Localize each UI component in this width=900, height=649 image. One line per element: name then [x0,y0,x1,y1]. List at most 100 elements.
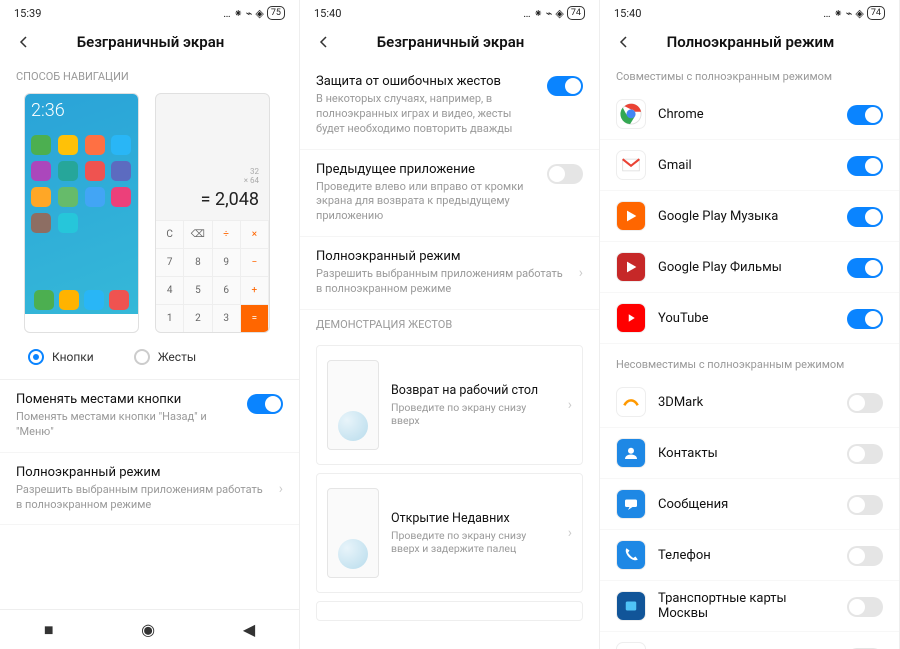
app-name: YouTube [658,311,835,326]
app-row-3dmark[interactable]: 3DMark [600,377,899,428]
back-button[interactable] [614,32,634,52]
nav-radio-group: Кнопки Жесты [0,341,299,380]
play-movies-icon [616,252,646,282]
yula-icon [616,642,646,649]
toggle-play-movies[interactable] [847,258,883,278]
statusbar: 15:40 … ⁕ ⌁ ◈ 74 [600,0,899,26]
status-time: 15:40 [614,7,641,20]
setting-fullscreen-mode[interactable]: Полноэкранный режим Разрешить выбранным … [0,453,299,526]
status-wifi-icon: ◈ [255,7,263,20]
app-row-yula[interactable]: Юла [600,632,899,649]
toggle-chrome[interactable] [847,105,883,125]
toggle-3dmark[interactable] [847,393,883,413]
toggle-phone[interactable] [847,546,883,566]
app-row-play-music[interactable]: Google Play Музыка [600,191,899,242]
android-navbar: ■ ◉ ◀ [0,609,299,649]
setting-prev-app[interactable]: Предыдущее приложение Проведите влево ил… [300,150,599,238]
status-battery: 74 [867,6,885,20]
nav-recents-icon[interactable]: ■ [44,620,54,640]
app-row-phone[interactable]: Телефон [600,530,899,581]
screen-2-gestures: 15:40 … ⁕ ⌁ ◈ 74 Безграничный экран Защи… [300,0,600,649]
toggle-gmail[interactable] [847,156,883,176]
setting-fullscreen-mode[interactable]: Полноэкранный режим Разрешить выбранным … [300,237,599,310]
messages-icon [616,489,646,519]
status-vibrate-icon: ⌁ [546,7,553,20]
incompat-app-list: 3DMark Контакты Сообщения Телефон Транспортн… [600,377,899,649]
app-name: Gmail [658,158,835,173]
app-name: Google Play Музыка [658,209,835,224]
back-button[interactable] [14,32,34,52]
header: Безграничный экран [0,26,299,62]
preview-calculator[interactable]: 32 × 64 = 2,048 C⌫÷× 789− 456+ 123= [155,93,270,333]
gesture-thumb [327,488,379,578]
app-row-gmail[interactable]: Gmail [600,140,899,191]
nav-back-icon[interactable]: ◀ [243,620,255,639]
chevron-right-icon: › [568,525,572,541]
toggle-prev-app[interactable] [547,164,583,184]
status-wifi-icon: ◈ [855,7,863,20]
status-battery: 74 [567,6,585,20]
status-bt-icon: ⁕ [534,7,543,20]
phone-icon [616,540,646,570]
radio-gestures[interactable]: Жесты [134,349,196,365]
status-wifi-icon: ◈ [555,7,563,20]
app-row-youtube[interactable]: YouTube [600,293,899,344]
3dmark-icon [616,387,646,417]
back-button[interactable] [314,32,334,52]
transport-icon [616,591,646,621]
app-row-messages[interactable]: Сообщения [600,479,899,530]
setting-swap-buttons[interactable]: Поменять местами кнопки Поменять местами… [0,380,299,453]
section-gesture-demo: ДЕМОНСТРАЦИЯ ЖЕСТОВ [300,310,599,337]
app-name: Телефон [658,548,835,563]
section-nav-method: СПОСОБ НАВИГАЦИИ [0,62,299,89]
gesture-card-partial[interactable] [316,601,583,621]
page-title: Безграничный экран [346,33,555,51]
app-name: Google Play Фильмы [658,260,835,275]
app-row-transport[interactable]: Транспортные карты Москвы [600,581,899,632]
toggle-swap-buttons[interactable] [247,394,283,414]
app-row-chrome[interactable]: Chrome [600,89,899,140]
preview-row: 2:36 [0,89,299,341]
app-row-play-movies[interactable]: Google Play Фильмы [600,242,899,293]
setting-gesture-protection[interactable]: Защита от ошибочных жестов В некоторых с… [300,62,599,150]
page-title: Безграничный экран [46,33,255,51]
status-vibrate-icon: ⌁ [846,7,853,20]
toggle-contacts[interactable] [847,444,883,464]
app-name: Chrome [658,107,835,122]
toggle-messages[interactable] [847,495,883,515]
toggle-play-music[interactable] [847,207,883,227]
status-battery: 75 [267,6,285,20]
statusbar: 15:39 … ⁕ ⌁ ◈ 75 [0,0,299,26]
header: Полноэкранный режим [600,26,899,62]
radio-buttons[interactable]: Кнопки [28,349,94,365]
nav-home-icon[interactable]: ◉ [141,620,155,639]
youtube-icon [616,303,646,333]
header: Безграничный экран [300,26,599,62]
status-bt-icon: ⁕ [234,7,243,20]
screen-1-nav-method: 15:39 … ⁕ ⌁ ◈ 75 Безграничный экран СПОС… [0,0,300,649]
page-title: Полноэкранный режим [646,33,855,51]
toggle-gesture-protection[interactable] [547,76,583,96]
toggle-transport[interactable] [847,597,883,617]
contacts-icon [616,438,646,468]
gesture-return-home[interactable]: Возврат на рабочий стол Проведите по экр… [316,345,583,465]
screen-3-fullscreen-apps: 15:40 … ⁕ ⌁ ◈ 74 Полноэкранный режим Сов… [600,0,900,649]
gesture-thumb [327,360,379,450]
app-name: 3DMark [658,395,835,410]
status-vibrate-icon: ⌁ [246,7,253,20]
play-music-icon [616,201,646,231]
toggle-youtube[interactable] [847,309,883,329]
chrome-icon [616,99,646,129]
status-time: 15:39 [14,7,41,20]
app-name: Контакты [658,446,835,461]
chevron-right-icon: › [568,397,572,413]
status-bt-icon: ⁕ [834,7,843,20]
gesture-open-recents[interactable]: Открытие Недавних Проведите по экрану сн… [316,473,583,593]
preview-home[interactable]: 2:36 [24,93,139,333]
compat-app-list: Chrome Gmail Google Play Музыка Google Play… [600,89,899,344]
status-dots-icon: … [223,7,230,20]
radio-icon [134,349,150,365]
app-name: Сообщения [658,497,835,512]
chevron-right-icon: › [279,481,283,497]
app-row-contacts[interactable]: Контакты [600,428,899,479]
